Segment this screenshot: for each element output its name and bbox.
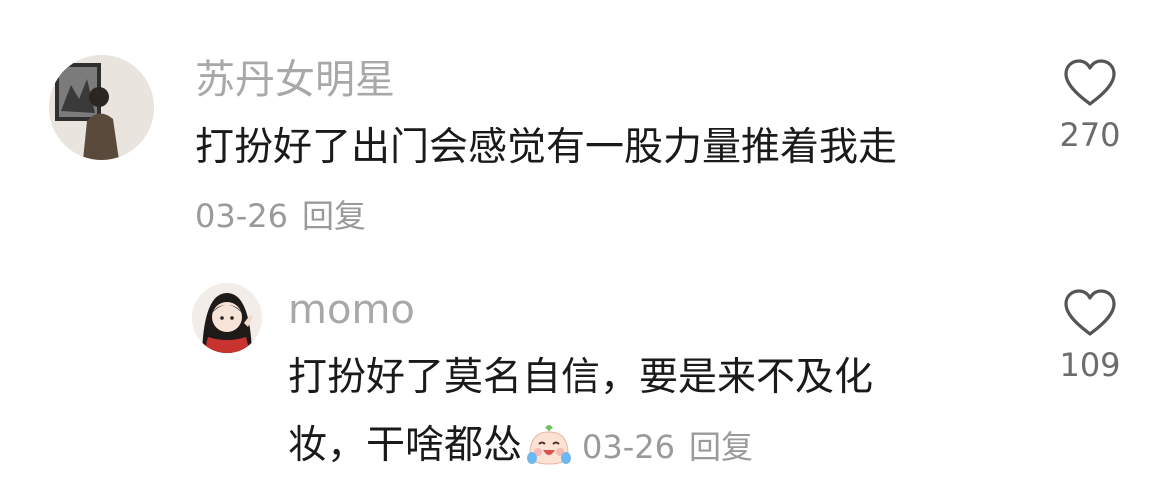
like-button[interactable]: 109 (1045, 288, 1135, 384)
reply-button[interactable]: 回复 (302, 197, 366, 235)
like-count: 270 (1059, 116, 1121, 154)
comment-meta: 03-26 回复 (195, 200, 366, 232)
comment-text-line1: 打扮好了莫名自信，要是来不及化 (288, 355, 874, 400)
like-count: 109 (1059, 346, 1121, 384)
heart-outline-icon[interactable] (1062, 58, 1118, 108)
comment-date: 03-26 (195, 197, 288, 235)
comment-meta: 03-26 回复 (582, 428, 753, 466)
like-button[interactable]: 270 (1045, 58, 1135, 154)
username[interactable]: 苏丹女明星 (195, 60, 395, 100)
reply-button[interactable]: 回复 (689, 428, 753, 466)
comment-text: 妆，干啥都怂 (288, 423, 523, 468)
crying-laughing-face-emoji (526, 424, 572, 473)
comment-date: 03-26 (582, 428, 675, 466)
avatar[interactable] (192, 283, 262, 353)
avatar[interactable] (49, 55, 154, 160)
comment-text: 打扮好了出门会感觉有一股力量推着我走 (195, 125, 898, 170)
comment-text-line2: 妆，干啥都怂 03-26 回复 (288, 424, 753, 473)
username[interactable]: momo (288, 290, 415, 330)
heart-outline-icon[interactable] (1062, 288, 1118, 338)
